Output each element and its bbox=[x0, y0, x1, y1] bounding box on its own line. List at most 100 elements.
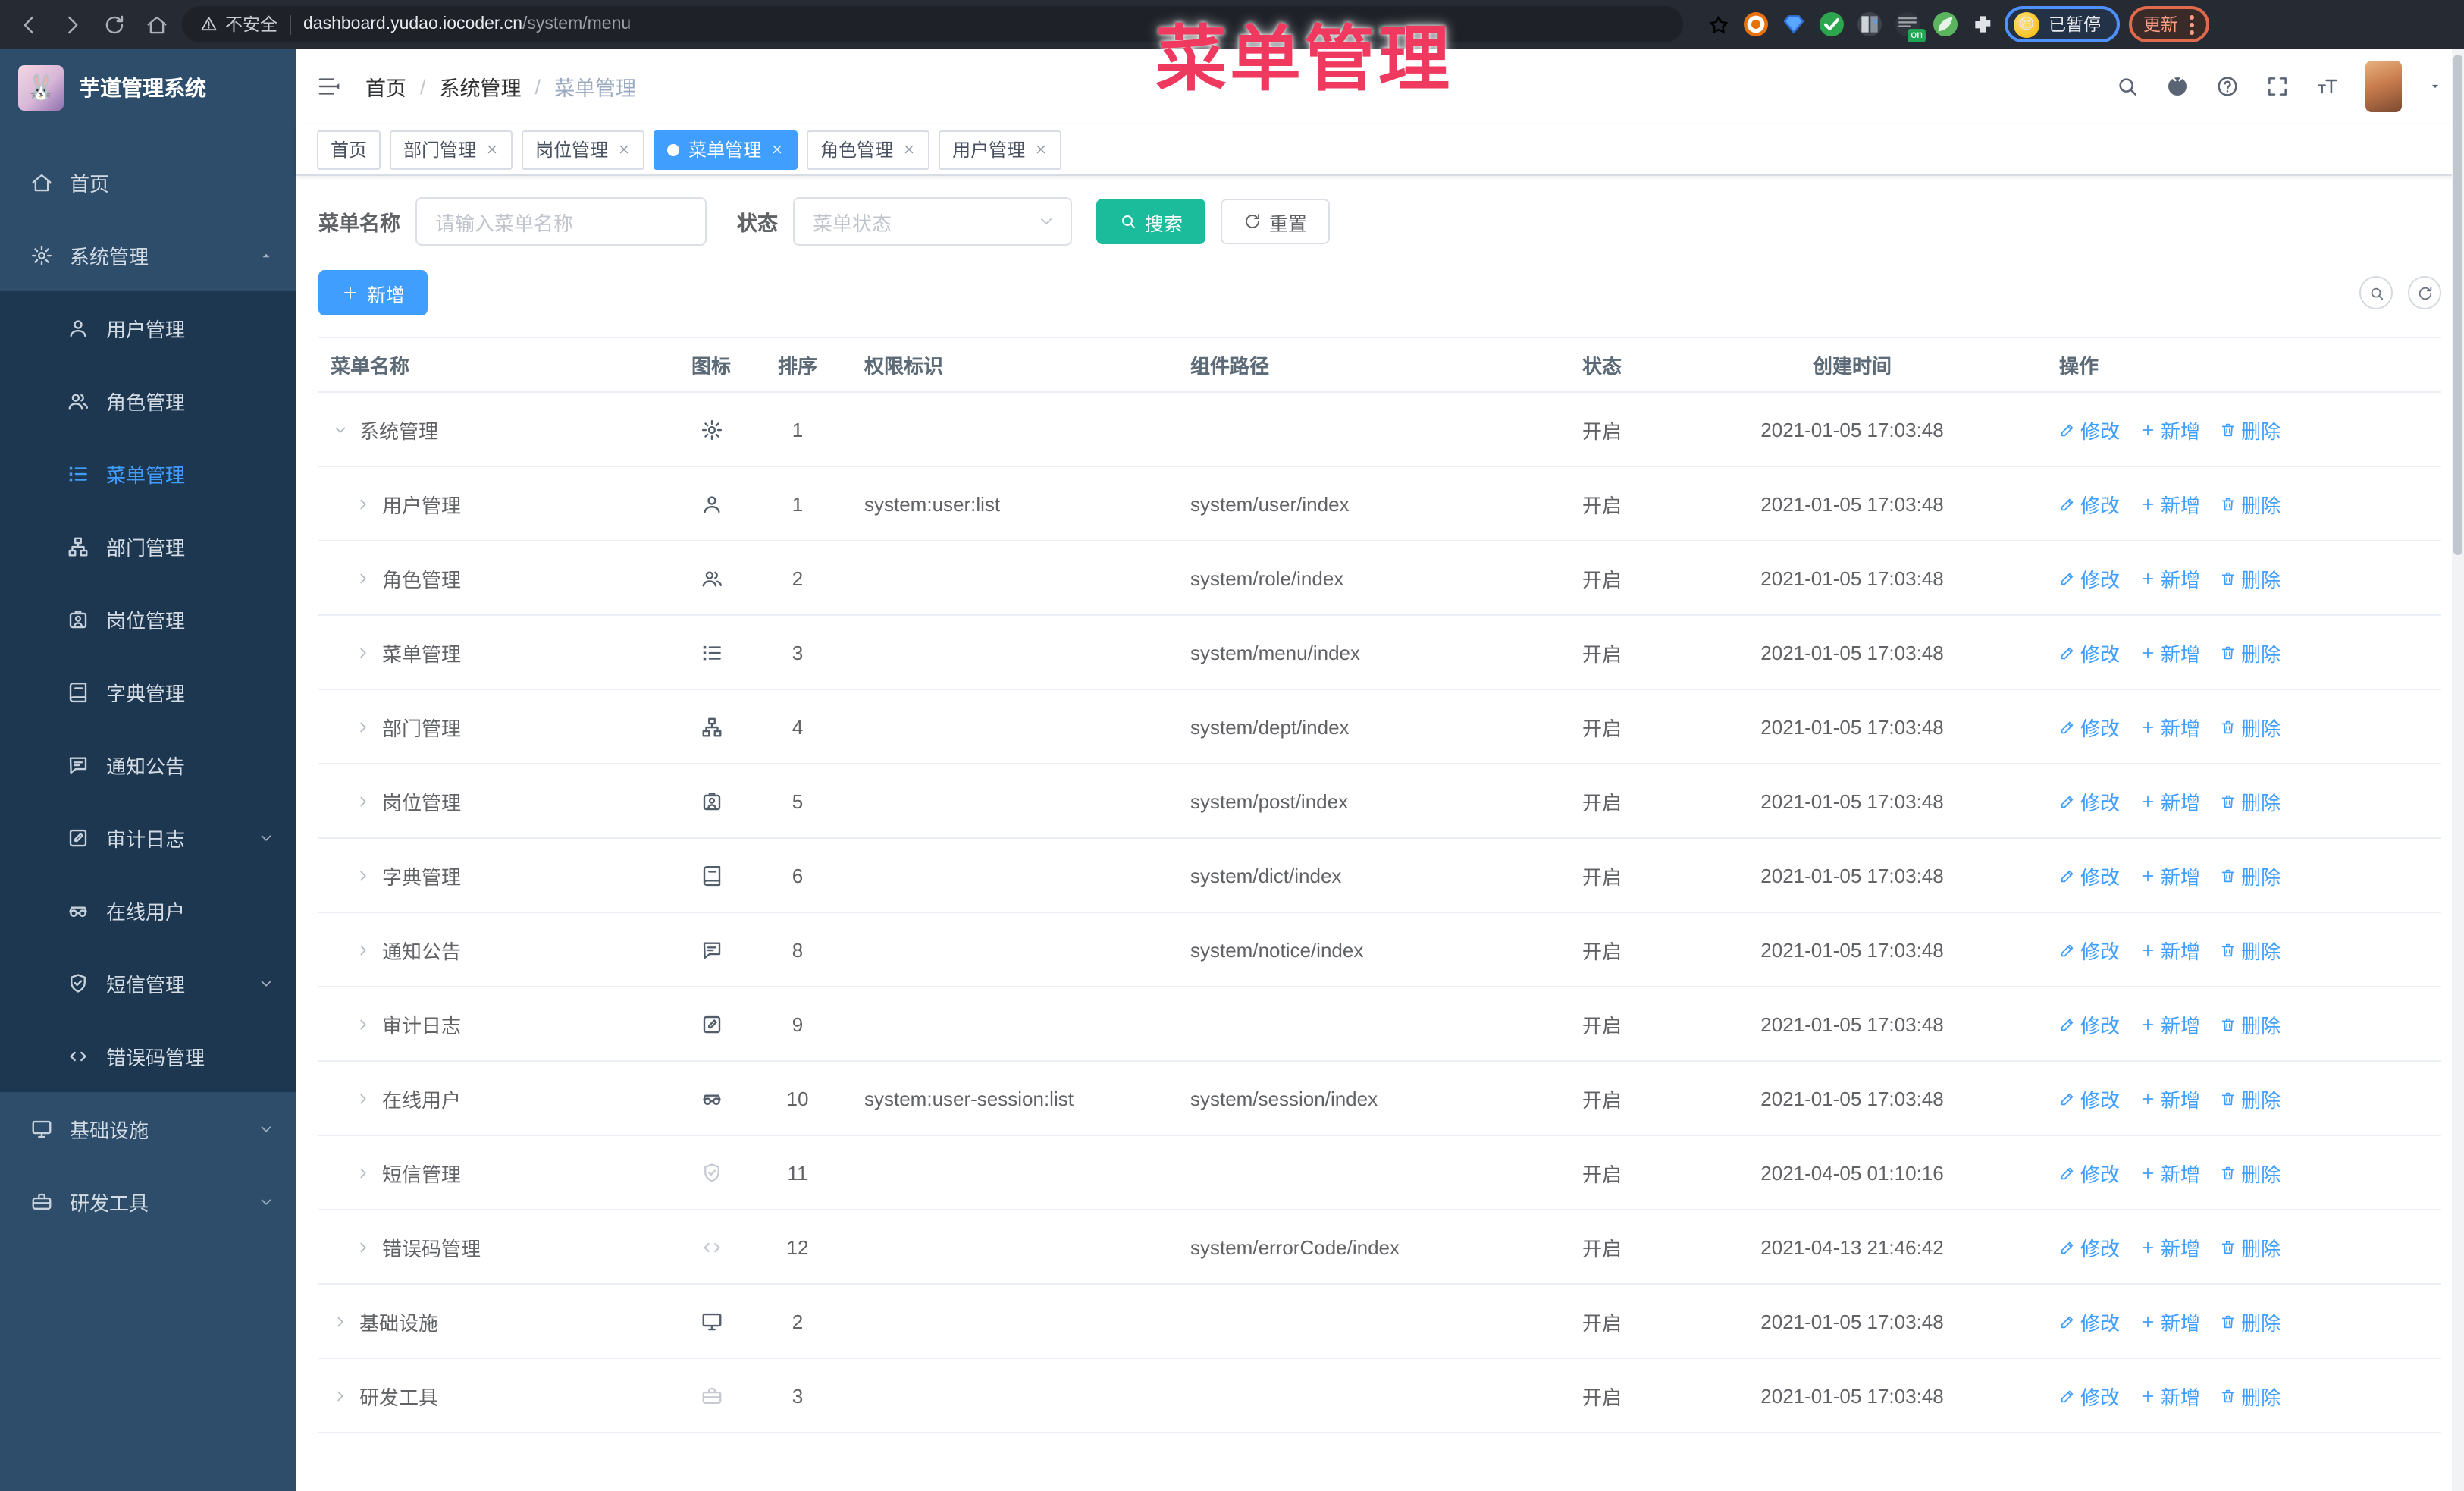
row-action-删除[interactable]: 删除 bbox=[2220, 1232, 2281, 1261]
reload-icon[interactable] bbox=[97, 8, 130, 41]
ext-dark-on-icon[interactable]: on bbox=[1895, 12, 1926, 42]
row-action-修改[interactable]: 修改 bbox=[2059, 861, 2120, 890]
sidebar-item-部门管理[interactable]: 部门管理 bbox=[0, 510, 296, 582]
row-action-新增[interactable]: 新增 bbox=[2140, 786, 2200, 815]
row-action-删除[interactable]: 删除 bbox=[2220, 563, 2281, 592]
row-action-删除[interactable]: 删除 bbox=[2220, 638, 2281, 667]
sidebar-item-通知公告[interactable]: 通知公告 bbox=[0, 728, 296, 801]
row-action-修改[interactable]: 修改 bbox=[2059, 1232, 2120, 1261]
sidebar-item-角色管理[interactable]: 角色管理 bbox=[0, 364, 296, 437]
row-expand-icon[interactable] bbox=[353, 570, 371, 586]
sidebar-item-研发工具[interactable]: 研发工具 bbox=[0, 1165, 296, 1238]
collapse-sidebar-icon[interactable] bbox=[317, 74, 341, 99]
app-logo[interactable]: 🐰 芋道管理系统 bbox=[0, 49, 296, 127]
row-action-删除[interactable]: 删除 bbox=[2220, 861, 2281, 890]
chrome-menu-icon[interactable] bbox=[2189, 14, 2193, 34]
close-tab-icon[interactable] bbox=[617, 143, 631, 156]
sidebar-item-首页[interactable]: 首页 bbox=[0, 146, 296, 218]
row-action-修改[interactable]: 修改 bbox=[2059, 712, 2120, 741]
row-expand-icon[interactable] bbox=[353, 644, 371, 661]
sidebar-item-系统管理[interactable]: 系统管理 bbox=[0, 218, 296, 291]
url-bar[interactable]: 不安全 dashboard.yudao.iocoder.cn/system/me… bbox=[182, 6, 1683, 42]
row-action-新增[interactable]: 新增 bbox=[2140, 1158, 2200, 1187]
row-action-删除[interactable]: 删除 bbox=[2220, 1158, 2281, 1187]
close-tab-icon[interactable] bbox=[1034, 143, 1048, 156]
row-expand-icon[interactable] bbox=[353, 867, 371, 884]
row-expand-icon[interactable] bbox=[353, 1015, 371, 1032]
row-action-新增[interactable]: 新增 bbox=[2140, 1084, 2200, 1113]
row-action-删除[interactable]: 删除 bbox=[2220, 1381, 2281, 1410]
close-tab-icon[interactable] bbox=[770, 143, 784, 156]
row-action-修改[interactable]: 修改 bbox=[2059, 1009, 2120, 1038]
ext-orange-icon[interactable] bbox=[1744, 12, 1768, 36]
sidebar-item-错误码管理[interactable]: 错误码管理 bbox=[0, 1019, 296, 1092]
row-expand-icon[interactable] bbox=[353, 495, 371, 512]
row-action-新增[interactable]: 新增 bbox=[2140, 1307, 2200, 1336]
row-action-新增[interactable]: 新增 bbox=[2140, 935, 2200, 964]
sidebar-item-用户管理[interactable]: 用户管理 bbox=[0, 291, 296, 364]
row-action-新增[interactable]: 新增 bbox=[2140, 415, 2200, 444]
sidebar-item-审计日志[interactable]: 审计日志 bbox=[0, 801, 296, 874]
forward-icon[interactable] bbox=[55, 8, 88, 41]
row-action-修改[interactable]: 修改 bbox=[2059, 563, 2120, 592]
row-action-修改[interactable]: 修改 bbox=[2059, 1158, 2120, 1187]
row-expand-icon[interactable] bbox=[331, 1313, 349, 1329]
row-action-修改[interactable]: 修改 bbox=[2059, 489, 2120, 518]
fullscreen-icon[interactable] bbox=[2265, 74, 2290, 99]
row-action-新增[interactable]: 新增 bbox=[2140, 861, 2200, 890]
row-expand-icon[interactable] bbox=[353, 941, 371, 958]
row-expand-icon[interactable] bbox=[353, 1164, 371, 1181]
breadcrumb-item[interactable]: 首页 bbox=[365, 71, 406, 102]
row-action-新增[interactable]: 新增 bbox=[2140, 712, 2200, 741]
sidebar-item-字典管理[interactable]: 字典管理 bbox=[0, 655, 296, 728]
page-scrollbar[interactable] bbox=[2452, 49, 2464, 1491]
breadcrumb-item[interactable]: 系统管理 bbox=[440, 71, 522, 102]
tag-tab-部门管理[interactable]: 部门管理 bbox=[390, 130, 513, 169]
bookmark-star-icon[interactable] bbox=[1707, 13, 1730, 36]
sidebar-item-在线用户[interactable]: 在线用户 bbox=[0, 874, 296, 946]
row-expand-icon[interactable] bbox=[353, 1238, 371, 1255]
user-avatar[interactable] bbox=[2365, 61, 2402, 112]
search-button[interactable]: 搜索 bbox=[1096, 199, 1206, 244]
row-action-删除[interactable]: 删除 bbox=[2220, 1307, 2281, 1336]
menu-name-input[interactable]: 请输入菜单名称 bbox=[415, 197, 707, 246]
row-action-删除[interactable]: 删除 bbox=[2220, 786, 2281, 815]
row-action-删除[interactable]: 删除 bbox=[2220, 1009, 2281, 1038]
row-action-修改[interactable]: 修改 bbox=[2059, 1307, 2120, 1336]
tag-tab-角色管理[interactable]: 角色管理 bbox=[807, 130, 930, 169]
search-icon[interactable] bbox=[2115, 74, 2140, 99]
sidebar-item-基础设施[interactable]: 基础设施 bbox=[0, 1092, 296, 1165]
row-action-修改[interactable]: 修改 bbox=[2059, 638, 2120, 667]
scrollbar-thumb[interactable] bbox=[2453, 55, 2462, 555]
sidebar-item-菜单管理[interactable]: 菜单管理 bbox=[0, 437, 296, 510]
ext-columns-icon[interactable] bbox=[1857, 12, 1882, 36]
row-action-新增[interactable]: 新增 bbox=[2140, 489, 2200, 518]
row-action-修改[interactable]: 修改 bbox=[2059, 1381, 2120, 1410]
tag-tab-首页[interactable]: 首页 bbox=[317, 130, 381, 169]
close-tab-icon[interactable] bbox=[902, 143, 916, 156]
row-expand-icon[interactable] bbox=[353, 718, 371, 735]
row-action-新增[interactable]: 新增 bbox=[2140, 563, 2200, 592]
row-action-修改[interactable]: 修改 bbox=[2059, 415, 2120, 444]
tag-tab-岗位管理[interactable]: 岗位管理 bbox=[522, 130, 645, 169]
add-button[interactable]: 新增 bbox=[318, 270, 428, 315]
row-action-新增[interactable]: 新增 bbox=[2140, 1232, 2200, 1261]
row-action-删除[interactable]: 删除 bbox=[2220, 935, 2281, 964]
tag-tab-用户管理[interactable]: 用户管理 bbox=[939, 130, 1062, 169]
row-action-修改[interactable]: 修改 bbox=[2059, 935, 2120, 964]
refresh-table-icon[interactable] bbox=[2408, 276, 2441, 309]
question-icon[interactable] bbox=[2215, 74, 2240, 99]
sidebar-item-短信管理[interactable]: 短信管理 bbox=[0, 946, 296, 1019]
tag-tab-菜单管理[interactable]: 菜单管理 bbox=[654, 130, 798, 169]
back-icon[interactable] bbox=[12, 8, 45, 41]
row-action-删除[interactable]: 删除 bbox=[2220, 489, 2281, 518]
home-icon[interactable] bbox=[140, 8, 173, 41]
row-expand-icon[interactable] bbox=[331, 1387, 349, 1404]
reset-button[interactable]: 重置 bbox=[1221, 199, 1331, 244]
toggle-search-icon[interactable] bbox=[2359, 276, 2393, 309]
fontsize-icon[interactable] bbox=[2315, 74, 2340, 99]
row-action-修改[interactable]: 修改 bbox=[2059, 1084, 2120, 1113]
row-action-修改[interactable]: 修改 bbox=[2059, 786, 2120, 815]
row-action-删除[interactable]: 删除 bbox=[2220, 712, 2281, 741]
row-collapse-icon[interactable] bbox=[331, 421, 349, 438]
